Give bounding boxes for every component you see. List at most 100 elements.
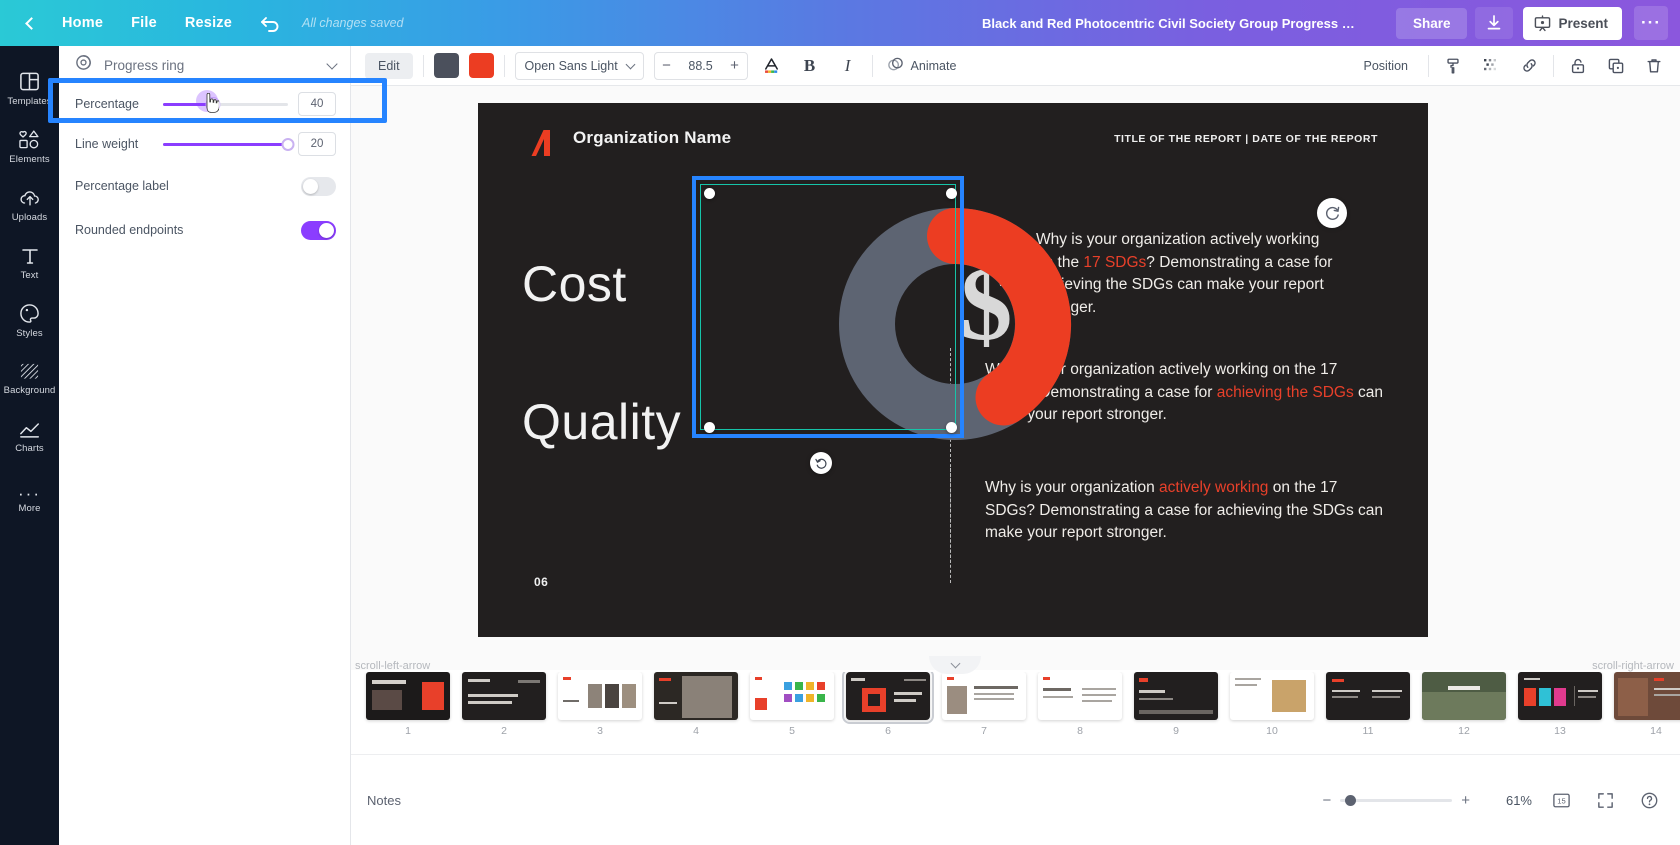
zoom-out-button[interactable]: −	[1322, 792, 1331, 809]
present-button[interactable]: Present	[1523, 6, 1622, 40]
page-count-button[interactable]: 15	[1546, 785, 1576, 815]
link-button[interactable]	[1515, 52, 1543, 80]
copy-style-button[interactable]	[1439, 52, 1467, 80]
page-thumbnail-4[interactable]: 4	[654, 672, 738, 737]
position-button[interactable]: Position	[1354, 53, 1418, 79]
page-thumbnail-10[interactable]: 10	[1230, 672, 1314, 737]
percentage-value-input[interactable]: 40	[298, 92, 336, 116]
page-thumbnail-6[interactable]: 6	[842, 672, 934, 737]
thumbnail-image[interactable]	[654, 672, 738, 720]
resize-menu[interactable]: Resize	[171, 9, 246, 37]
lock-button[interactable]	[1564, 52, 1592, 80]
notes-button[interactable]: Notes	[367, 793, 401, 808]
thumbnail-image[interactable]	[1422, 672, 1506, 720]
thumbnail-image[interactable]	[1230, 672, 1314, 720]
sidebar-item-uploads[interactable]: Uploads	[0, 176, 59, 234]
rotate-handle[interactable]	[810, 452, 832, 474]
bold-button[interactable]: B	[796, 52, 824, 80]
sidebar-item-styles[interactable]: Styles	[0, 292, 59, 350]
italic-button[interactable]: I	[834, 52, 862, 80]
page-thumbnail-3[interactable]: 3	[558, 672, 642, 737]
undo-button[interactable]	[260, 14, 282, 32]
zoom-percentage[interactable]: 61%	[1490, 793, 1532, 808]
thumbnail-image[interactable]	[1614, 672, 1680, 720]
more-options-button[interactable]: ···	[1634, 6, 1668, 40]
thumbnail-image[interactable]	[750, 672, 834, 720]
thumbnail-shape	[974, 686, 1018, 689]
thumbnail-image[interactable]	[366, 672, 450, 720]
sidebar-item-charts[interactable]: Charts	[0, 408, 59, 466]
delete-button[interactable]	[1640, 52, 1668, 80]
page-thumbnail-5[interactable]: 5	[750, 672, 834, 737]
percentage-slider[interactable]	[163, 95, 288, 113]
duplicate-button[interactable]	[1602, 52, 1630, 80]
percentage-label-toggle[interactable]	[301, 176, 336, 196]
animate-button[interactable]: Animate	[883, 56, 961, 76]
resize-handle-top-left[interactable]	[704, 188, 715, 199]
thumbnail-image[interactable]	[1518, 672, 1602, 720]
page-thumbnail-strip[interactable]: 123456789101112131415	[351, 672, 1680, 754]
transparency-button[interactable]	[1477, 52, 1505, 80]
slide-page-number: 06	[534, 575, 549, 589]
sidebar-item-text[interactable]: Text	[0, 234, 59, 292]
line-weight-value-input[interactable]: 20	[298, 132, 336, 156]
chevron-down-icon[interactable]	[326, 57, 338, 70]
font-family-select[interactable]: Open Sans Light	[514, 51, 644, 80]
canvas-scroll-right[interactable]: scroll-right-arrow	[1592, 660, 1674, 672]
thumbnail-image[interactable]	[942, 672, 1026, 720]
panel-header[interactable]: Progress ring	[59, 46, 350, 84]
share-button[interactable]: Share	[1395, 7, 1468, 39]
page-thumbnail-9[interactable]: 9	[1134, 672, 1218, 737]
zoom-slider[interactable]	[1340, 794, 1453, 806]
refresh-button[interactable]	[1317, 198, 1347, 228]
download-button[interactable]	[1475, 7, 1514, 39]
page-thumbnail-8[interactable]: 8	[1038, 672, 1122, 737]
rounded-endpoints-toggle[interactable]	[301, 220, 336, 240]
canvas-scroll-left[interactable]: scroll-left-arrow	[355, 660, 430, 672]
page-thumbnail-7[interactable]: 7	[942, 672, 1026, 737]
thumbnail-image[interactable]	[842, 672, 934, 724]
page-thumbnail-14[interactable]: 14	[1614, 672, 1680, 737]
font-size-increase[interactable]: +	[723, 57, 747, 74]
sidebar-item-templates[interactable]: Templates	[0, 60, 59, 118]
back-button[interactable]	[14, 16, 48, 30]
slide-canvas[interactable]: Organization Name TITLE OF THE REPORT | …	[478, 103, 1428, 637]
progress-ring-element[interactable]	[833, 207, 1077, 441]
resize-handle-top-right[interactable]	[946, 188, 957, 199]
thumbnail-image[interactable]	[462, 672, 546, 720]
page-thumbnail-2[interactable]: 2	[462, 672, 546, 737]
thumbnail-shape	[904, 679, 926, 681]
paragraph-1[interactable]: Why is your organization actively workin…	[1036, 229, 1336, 319]
sidebar-item-elements[interactable]: Elements	[0, 118, 59, 176]
file-menu[interactable]: File	[117, 9, 171, 37]
slider-knob[interactable]	[281, 137, 295, 151]
text-color-swatch-2[interactable]	[468, 53, 494, 78]
resize-handle-bottom-right[interactable]	[946, 422, 957, 433]
page-thumbnail-12[interactable]: 12	[1422, 672, 1506, 737]
sidebar-item-background[interactable]: Background	[0, 350, 59, 408]
font-size-decrease[interactable]: −	[655, 57, 679, 74]
slider-knob[interactable]	[206, 97, 220, 111]
text-color-button[interactable]	[758, 52, 786, 80]
paragraph-3[interactable]: Why is your organization actively workin…	[985, 477, 1385, 545]
sidebar-label: More	[18, 502, 41, 514]
home-menu[interactable]: Home	[48, 9, 117, 37]
page-thumbnail-11[interactable]: 11	[1326, 672, 1410, 737]
resize-handle-bottom-left[interactable]	[704, 422, 715, 433]
page-thumbnail-1[interactable]: 1	[366, 672, 450, 737]
line-weight-slider[interactable]	[163, 135, 295, 153]
sidebar-item-more[interactable]: ··· More	[0, 472, 59, 530]
thumbnail-image[interactable]	[1134, 672, 1218, 720]
zoom-in-button[interactable]: +	[1461, 792, 1470, 809]
thumbnail-image[interactable]	[558, 672, 642, 720]
text-color-swatch-1[interactable]	[433, 53, 459, 78]
font-size-value[interactable]: 88.5	[679, 59, 723, 73]
fullscreen-button[interactable]	[1590, 785, 1620, 815]
zoom-slider-knob[interactable]	[1345, 794, 1357, 806]
page-thumbnail-13[interactable]: 13	[1518, 672, 1602, 737]
thumbnail-image[interactable]	[1038, 672, 1122, 720]
document-title[interactable]: Black and Red Photocentric Civil Society…	[982, 16, 1362, 31]
thumbnail-image[interactable]	[1326, 672, 1410, 720]
help-button[interactable]	[1634, 785, 1664, 815]
edit-button[interactable]: Edit	[365, 52, 413, 79]
